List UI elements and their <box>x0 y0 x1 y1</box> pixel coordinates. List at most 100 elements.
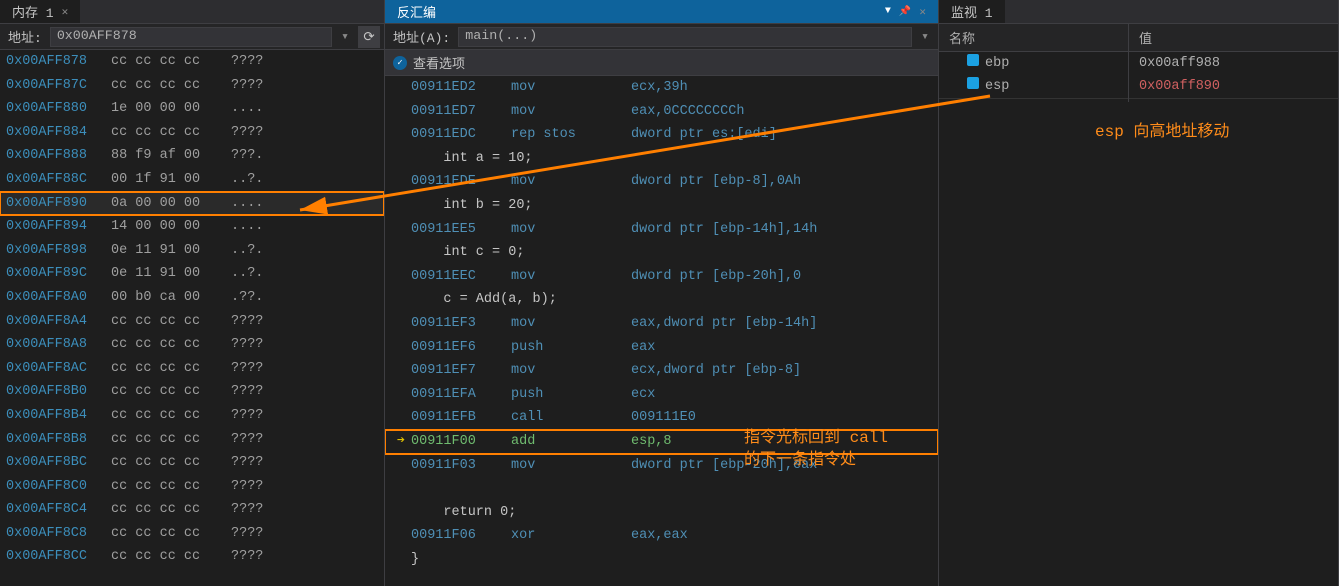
disasm-options-label: 查看选项 <box>413 53 465 72</box>
source-line[interactable]: c = Add(a, b); <box>385 288 938 312</box>
watch-name-cell: esp <box>939 71 1129 103</box>
memory-row[interactable]: 0x00AFF8A8cc cc cc cc ???? <box>0 333 384 357</box>
memory-content[interactable]: 0x00AFF878cc cc cc cc ????0x00AFF87Ccc c… <box>0 50 384 586</box>
memory-row[interactable]: 0x00AFF8A000 b0 ca 00 .??. <box>0 286 384 310</box>
memory-row[interactable]: 0x00AFF89414 00 00 00 .... <box>0 215 384 239</box>
asm-line[interactable]: 00911EDEmovdword ptr [ebp-8],0Ah <box>385 170 938 194</box>
memory-bytes: cc cc cc cc <box>111 310 231 334</box>
asm-line[interactable]: 00911EF6pusheax <box>385 336 938 360</box>
chevron-down-icon[interactable]: ▾ <box>336 29 354 44</box>
disasm-tab[interactable]: 反汇编 ▼ 📌 ✕ <box>385 0 938 23</box>
memory-addr: 0x00AFF878 <box>6 50 111 74</box>
watch-panel: 监视 1 名称 值 ebp0x00aff988esp0x00aff890 <box>939 0 1339 586</box>
asm-line[interactable]: 00911EF7movecx,dword ptr [ebp-8] <box>385 359 938 383</box>
memory-row[interactable]: 0x00AFF8900a 00 00 00 .... <box>0 192 384 216</box>
memory-ascii: ???? <box>231 545 263 569</box>
memory-row[interactable]: 0x00AFF88C00 1f 91 00 ..?. <box>0 168 384 192</box>
memory-row[interactable]: 0x00AFF8BCcc cc cc cc ???? <box>0 451 384 475</box>
memory-row[interactable]: 0x00AFF8801e 00 00 00 .... <box>0 97 384 121</box>
memory-addr: 0x00AFF8A8 <box>6 333 111 357</box>
asm-line[interactable]: 00911EE5movdword ptr [ebp-14h],14h <box>385 218 938 242</box>
memory-bytes: cc cc cc cc <box>111 50 231 74</box>
memory-addr: 0x00AFF8CC <box>6 545 111 569</box>
memory-ascii: ???? <box>231 475 263 499</box>
source-line[interactable]: int a = 10; <box>385 147 938 171</box>
memory-row[interactable]: 0x00AFF88888 f9 af 00 ???. <box>0 144 384 168</box>
memory-row[interactable]: 0x00AFF8ACcc cc cc cc ???? <box>0 357 384 381</box>
memory-row[interactable]: 0x00AFF8CCcc cc cc cc ???? <box>0 545 384 569</box>
disasm-content[interactable]: 00911ED2movecx,39h00911ED7moveax,0CCCCCC… <box>385 76 938 586</box>
asm-line[interactable]: 00911EFBcall009111E0 <box>385 406 938 430</box>
memory-addr: 0x00AFF88C <box>6 168 111 192</box>
watch-col-value-header[interactable]: 值 <box>1129 24 1338 51</box>
memory-ascii: .... <box>231 97 263 121</box>
memory-addr: 0x00AFF8A0 <box>6 286 111 310</box>
memory-ascii: ???. <box>231 144 263 168</box>
memory-tab[interactable]: 内存 1 ✕ <box>0 0 80 23</box>
memory-address-input[interactable] <box>50 27 332 47</box>
memory-ascii: ???? <box>231 50 263 74</box>
asm-line[interactable]: 00911ED2movecx,39h <box>385 76 938 100</box>
asm-line[interactable]: 00911F03movdword ptr [ebp-20h],eax <box>385 454 938 478</box>
close-icon[interactable]: ✕ <box>62 5 69 19</box>
watch-tab[interactable]: 监视 1 <box>939 0 1005 23</box>
memory-addr: 0x00AFF890 <box>6 192 111 216</box>
source-line[interactable]: return 0; <box>385 501 938 525</box>
memory-row[interactable]: 0x00AFF8C8cc cc cc cc ???? <box>0 522 384 546</box>
watch-tab-bar: 监视 1 <box>939 0 1338 24</box>
disasm-address-input[interactable] <box>458 27 912 47</box>
source-line[interactable]: } <box>385 548 938 572</box>
asm-line[interactable]: 00911ED7moveax,0CCCCCCCCh <box>385 100 938 124</box>
chevron-down-icon[interactable]: ▾ <box>916 29 934 44</box>
source-line[interactable] <box>385 477 938 501</box>
memory-row[interactable]: 0x00AFF89C0e 11 91 00 ..?. <box>0 262 384 286</box>
source-line[interactable]: int b = 20; <box>385 194 938 218</box>
asm-source: int a = 10; <box>411 147 533 171</box>
memory-row[interactable]: 0x00AFF8980e 11 91 00 ..?. <box>0 239 384 263</box>
asm-line[interactable]: ➔00911F00addesp,8 <box>385 430 938 454</box>
disassembly-panel: 反汇编 ▼ 📌 ✕ 地址(A): ▾ ✓ 查看选项 00911ED2movecx… <box>385 0 939 586</box>
memory-row[interactable]: 0x00AFF8A4cc cc cc cc ???? <box>0 310 384 334</box>
memory-addr: 0x00AFF8BC <box>6 451 111 475</box>
pin-icon[interactable]: 📌 <box>899 6 911 18</box>
memory-ascii: .... <box>231 215 263 239</box>
memory-addr: 0x00AFF8B0 <box>6 380 111 404</box>
memory-row[interactable]: 0x00AFF8B8cc cc cc cc ???? <box>0 428 384 452</box>
asm-address: 00911EEC <box>411 265 511 289</box>
chevron-down-icon[interactable]: ▼ <box>885 6 891 17</box>
check-icon: ✓ <box>393 56 407 70</box>
asm-address: 00911EE5 <box>411 218 511 242</box>
watch-row[interactable]: esp0x00aff890 <box>939 75 1338 98</box>
asm-line[interactable]: 00911EFApushecx <box>385 383 938 407</box>
asm-address: 00911EF6 <box>411 336 511 360</box>
asm-operands: eax,0CCCCCCCCh <box>631 100 744 124</box>
disasm-tab-label: 反汇编 <box>397 2 436 21</box>
memory-row[interactable]: 0x00AFF8C4cc cc cc cc ???? <box>0 498 384 522</box>
memory-ascii: ???? <box>231 310 263 334</box>
source-line[interactable]: int c = 0; <box>385 241 938 265</box>
memory-row[interactable]: 0x00AFF878cc cc cc cc ???? <box>0 50 384 74</box>
memory-tab-label: 内存 1 <box>12 2 54 21</box>
memory-ascii: ???? <box>231 498 263 522</box>
memory-ascii: ???? <box>231 121 263 145</box>
asm-mnemonic: mov <box>511 265 631 289</box>
asm-line[interactable]: 00911F06xoreax,eax <box>385 524 938 548</box>
memory-row[interactable]: 0x00AFF884cc cc cc cc ???? <box>0 121 384 145</box>
watch-col-name-header[interactable]: 名称 <box>939 24 1129 51</box>
watch-content[interactable]: ebp0x00aff988esp0x00aff890 <box>939 52 1338 586</box>
asm-line[interactable]: 00911EDCrep stosdword ptr es:[edi] <box>385 123 938 147</box>
asm-line[interactable]: 00911EECmovdword ptr [ebp-20h],0 <box>385 265 938 289</box>
refresh-button[interactable]: ⟳ <box>358 26 380 48</box>
disasm-options-bar[interactable]: ✓ 查看选项 <box>385 50 938 76</box>
close-icon[interactable]: ✕ <box>919 5 926 19</box>
memory-addr: 0x00AFF880 <box>6 97 111 121</box>
memory-bytes: cc cc cc cc <box>111 475 231 499</box>
memory-row[interactable]: 0x00AFF8C0cc cc cc cc ???? <box>0 475 384 499</box>
asm-mnemonic: push <box>511 383 631 407</box>
asm-line[interactable]: 00911EF3moveax,dword ptr [ebp-14h] <box>385 312 938 336</box>
memory-row[interactable]: 0x00AFF87Ccc cc cc cc ???? <box>0 74 384 98</box>
memory-row[interactable]: 0x00AFF8B0cc cc cc cc ???? <box>0 380 384 404</box>
asm-mnemonic: mov <box>511 170 631 194</box>
memory-row[interactable]: 0x00AFF8B4cc cc cc cc ???? <box>0 404 384 428</box>
disasm-address-bar: 地址(A): ▾ <box>385 24 938 50</box>
